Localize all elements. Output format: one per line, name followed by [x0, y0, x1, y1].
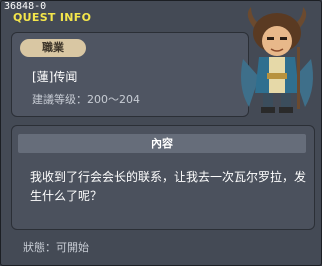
- npc-portrait-icon: [241, 7, 313, 113]
- recommended-level: 建議等级：200～204: [32, 93, 140, 106]
- job-badge: 職業: [20, 39, 86, 57]
- window-title: QUEST INFO: [13, 11, 92, 24]
- quest-name: [蓮]传闻: [32, 70, 78, 84]
- quest-content-panel: 內容 我收到了行会会长的联系，让我去一次瓦尔罗拉，发生什么了呢？: [11, 125, 315, 230]
- quest-status: 狀態：可開始: [23, 241, 89, 254]
- quest-description: 我收到了行会会长的联系，让我去一次瓦尔罗拉，发生什么了呢？: [30, 170, 307, 203]
- quest-summary-panel: 職業 [蓮]传闻 建議等级：200～204: [11, 32, 249, 117]
- content-section-title: 內容: [18, 134, 306, 153]
- quest-info-window: 36848-0 QUEST INFO 職業 [蓮]传闻 建議等级：200～204: [0, 0, 322, 266]
